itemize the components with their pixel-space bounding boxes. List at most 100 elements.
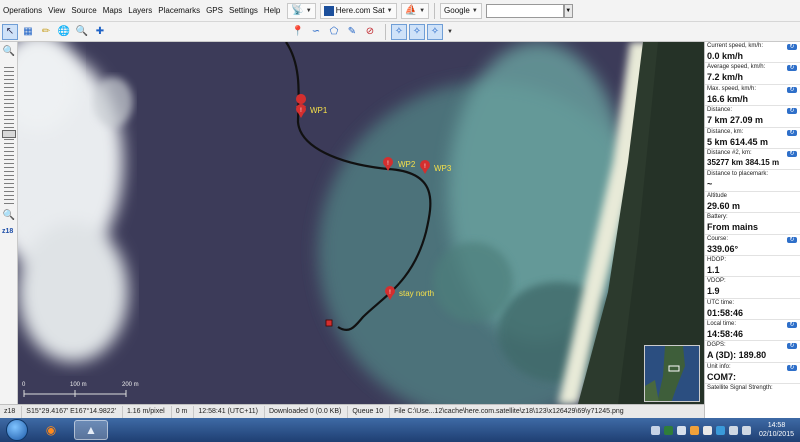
reset-icon[interactable]: ↻: [787, 150, 797, 157]
gps-connect-icon[interactable]: ✧: [391, 23, 407, 40]
start-button[interactable]: [6, 419, 28, 441]
search-input[interactable]: [485, 3, 564, 18]
status-queue: Queue 10: [348, 405, 391, 418]
menu-maps[interactable]: Maps: [100, 0, 126, 22]
network-icon[interactable]: [728, 425, 738, 435]
overview-minimap[interactable]: [644, 345, 700, 402]
search-history-dropdown[interactable]: ▼: [563, 3, 573, 18]
status-resolution: 1.16 m/pixel: [123, 405, 172, 418]
menu-separator: [434, 2, 436, 19]
info-satellite-signal[interactable]: Satellite Signal Strength:: [705, 384, 800, 405]
zoom-level-label: z18: [2, 228, 14, 235]
globe-icon[interactable]: 🌐: [56, 24, 72, 40]
info-local-time[interactable]: Local time: 14:58:46 ↻: [705, 320, 800, 342]
tray-app-icon[interactable]: [689, 425, 699, 435]
scale-bar: 0 100 m 200 m: [22, 382, 164, 398]
info-course[interactable]: Course: 339.06° ↻: [705, 235, 800, 256]
menu-settings[interactable]: Settings: [226, 0, 261, 22]
reset-icon[interactable]: ↻: [787, 129, 797, 136]
zoom-panel: 🔍 🔍 z18: [0, 42, 18, 404]
select-tool-icon[interactable]: ↖: [2, 23, 18, 40]
map-source-label: Here.com Sat: [335, 6, 385, 15]
volume-icon[interactable]: [741, 425, 751, 435]
power-icon[interactable]: [715, 425, 725, 435]
info-distance-km[interactable]: Distance, km: 5 km 614.45 m ↻: [705, 128, 800, 149]
gps-info-panel: Current speed, km/h: 0.0 km/h ↻ Average …: [704, 42, 800, 418]
ruler-icon[interactable]: ✏: [38, 24, 54, 40]
map-source-dropdown[interactable]: Here.com Sat ▼: [319, 2, 397, 19]
gps-track-icon[interactable]: ✧: [409, 23, 425, 40]
chevron-down-icon[interactable]: ▼: [447, 29, 453, 35]
reset-icon[interactable]: ↻: [787, 86, 797, 93]
tray-app-icon[interactable]: [676, 425, 686, 435]
menu-help[interactable]: Help: [261, 0, 283, 22]
status-zoom: z18: [0, 405, 23, 418]
scale-zero: 0: [22, 382, 26, 388]
waypoint-label-wp3[interactable]: WP3: [434, 164, 451, 173]
zoom-slider-thumb[interactable]: [2, 130, 16, 138]
add-polygon-icon[interactable]: ⬠: [326, 24, 342, 40]
tray-app-icon[interactable]: [650, 425, 660, 435]
menu-placemarks[interactable]: Placemarks: [155, 0, 203, 22]
info-distance-2[interactable]: Distance #2, km: 35277 km 384.15 m ↻: [705, 149, 800, 171]
tray-app-icon[interactable]: [663, 425, 673, 435]
zoom-search-icon[interactable]: 🔍: [74, 24, 90, 40]
map-layers-icon[interactable]: ▦: [20, 24, 36, 40]
map-view[interactable]: ! ! ! ! WP1 WP2 WP3 stay north 0 100 m 2…: [18, 42, 704, 404]
info-vdop[interactable]: VDOP: 1.9: [705, 277, 800, 299]
reset-icon[interactable]: ↻: [787, 364, 797, 371]
zoom-out-icon[interactable]: 🔍: [2, 210, 16, 222]
info-distance[interactable]: Distance: 7 km 27.09 m ↻: [705, 106, 800, 128]
clock-time: 14:58: [767, 422, 786, 429]
scale-mid: 100 m: [70, 382, 87, 388]
waypoint-label-stay-north[interactable]: stay north: [399, 289, 434, 298]
layers-dropdown[interactable]: 📡 ▼: [287, 2, 316, 19]
reset-icon[interactable]: ↻: [787, 65, 797, 72]
reset-icon[interactable]: ↻: [787, 44, 797, 50]
menu-operations[interactable]: Operations: [0, 0, 45, 22]
center-crosshair-icon[interactable]: ✚: [92, 24, 108, 40]
menu-view[interactable]: View: [45, 0, 68, 22]
info-value: ~: [707, 179, 713, 190]
info-altitude[interactable]: Altitude 29.60 m: [705, 192, 800, 214]
info-unit[interactable]: Unit info: COM7: ↻: [705, 363, 800, 385]
reset-icon[interactable]: ↻: [787, 322, 797, 329]
menu-source[interactable]: Source: [68, 0, 99, 22]
chevron-down-icon: ▼: [471, 7, 478, 14]
status-downloaded: Downloaded 0 (0.0 KB): [265, 405, 349, 418]
flag-icon[interactable]: [702, 425, 712, 435]
info-average-speed[interactable]: Average speed, km/h: 7.2 km/h ↻: [705, 63, 800, 85]
info-label: Local time:: [707, 321, 737, 328]
zoom-in-icon[interactable]: 🔍: [2, 46, 16, 58]
add-placemark-icon[interactable]: 📍: [290, 24, 306, 40]
info-current-speed[interactable]: Current speed, km/h: 0.0 km/h ↻: [705, 42, 800, 64]
info-label: Distance #2, km:: [707, 149, 752, 156]
reset-icon[interactable]: ↻: [787, 108, 797, 115]
overlay-dropdown[interactable]: ⛵ ▼: [400, 2, 430, 19]
search-engine-dropdown[interactable]: Google ▼: [440, 2, 482, 19]
menu-layers[interactable]: Layers: [125, 0, 155, 22]
info-dgps[interactable]: DGPS: A (3D): 189.80 ↻: [705, 341, 800, 363]
firefox-taskbar-icon[interactable]: ◉: [34, 420, 68, 440]
info-battery[interactable]: Battery: From mains: [705, 213, 800, 235]
info-label: Current speed, km/h:: [707, 43, 764, 49]
status-distance: 0 m: [172, 405, 195, 418]
status-time: 12:58:41 (UTC+11): [194, 405, 265, 418]
reset-icon[interactable]: ↻: [787, 343, 797, 350]
info-utc-time[interactable]: UTC time: 01:58:46: [705, 299, 800, 321]
info-distance-to-placemark[interactable]: Distance to placemark: ~: [705, 170, 800, 192]
waypoint-label-wp1[interactable]: WP1: [310, 106, 327, 115]
waypoint-label-wp2[interactable]: WP2: [398, 160, 415, 169]
menu-gps[interactable]: GPS: [203, 0, 226, 22]
add-path-icon[interactable]: ∽: [308, 24, 324, 40]
delete-icon[interactable]: ⊘: [362, 24, 378, 40]
info-value: 0.0 km/h: [707, 51, 744, 61]
info-hdop[interactable]: HDOP: 1.1: [705, 256, 800, 278]
sasplanet-taskbar-icon[interactable]: ▲: [74, 420, 108, 440]
system-tray: 14:58 02/10/2015: [647, 418, 800, 442]
taskbar-clock[interactable]: 14:58 02/10/2015: [759, 421, 794, 439]
reset-icon[interactable]: ↻: [787, 236, 797, 243]
info-max-speed[interactable]: Max. speed, km/h: 16.6 km/h ↻: [705, 85, 800, 107]
gps-center-icon[interactable]: ✧: [427, 23, 443, 40]
edit-placemark-icon[interactable]: ✎: [344, 24, 360, 40]
